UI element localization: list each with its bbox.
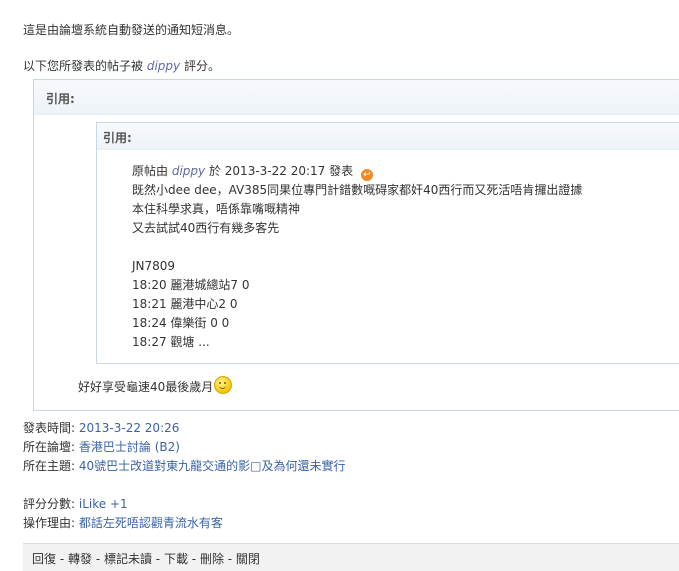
inner-quote-label: 引用: [103,131,132,145]
quote-author-line: 原帖由 dippy 於 2013-3-22 20:17 發表 ↩ [132,163,373,181]
close-link[interactable]: 關閉 [236,552,260,566]
outer-quote-header [34,80,679,115]
score-row: 評分分數: iLike +1 [23,496,128,512]
separator: - [56,552,68,566]
separator: - [187,552,200,566]
author-prefix: 原帖由 [132,164,169,178]
quote-line: 18:20 麗港城總站7 0 [132,278,250,292]
quote-line: 18:21 麗港中心2 0 [132,297,238,311]
outer-quote-box: 引用: 引用: 原帖由 dippy 於 2013-3-22 20:17 發表 ↩… [33,79,679,411]
reason-value: 都話左死唔認觀青流水有客 [78,516,223,530]
quote-line: 又去試試40西行有幾多客先 [132,221,280,235]
delete-link[interactable]: 刪除 [200,552,224,566]
reply-link[interactable]: 回復 [32,552,56,566]
quote-line: 既然小dee dee，AV385同果位專門計錯數嘅碍家都奸40西行而又死活唔肯攞… [132,183,583,197]
inner-quote-box: 引用: 原帖由 dippy 於 2013-3-22 20:17 發表 ↩ 既然小… [96,122,679,364]
forum-row: 所在論壇: 香港巴士討論 (B2) [23,439,180,455]
quote-line: 18:27 觀塘 ... [132,335,210,349]
rater-username[interactable]: dippy [147,59,180,73]
reason-row: 操作理由: 都話左死唔認觀青流水有客 [23,515,223,531]
score-value: iLike +1 [78,497,128,511]
quote-line: 本住科學求真，唔係靠嘴嘅精神 [132,202,301,216]
intro-line-2: 以下您所發表的帖子被 dippy 評分。 [23,58,220,74]
forum-link[interactable]: 香港巴士討論 (B2) [79,440,180,454]
separator: - [92,552,104,566]
author-datetime: 於 2013-3-22 20:17 發表 [208,164,354,178]
author-username[interactable]: dippy [172,164,205,178]
quote-line: 18:24 偉樂街 0 0 [132,316,230,330]
topic-label: 所在主題: [23,459,76,473]
post-time-row: 發表時間: 2013-3-22 20:26 [23,420,179,436]
post-time-value[interactable]: 2013-3-22 20:26 [79,421,180,435]
score-label: 評分分數: [23,497,76,511]
mark-unread-link[interactable]: 標記未讀 [104,552,152,566]
action-links: 回復 - 轉發 - 標記未讀 - 下載 - 刪除 - 關閉 [32,550,260,567]
forward-link[interactable]: 轉發 [68,552,92,566]
reply-text: 好好享受龜速40最後歲月 [78,380,214,394]
intro-line-1: 這是由論壇系統自動發送的通知短消息。 [23,23,240,37]
separator: - [151,552,164,566]
intro-prefix: 以下您所發表的帖子被 [23,59,144,73]
topic-link[interactable]: 40號巴士改道對東九龍交通的影□及為何還未實行 [79,459,346,473]
reason-label: 操作理由: [23,516,76,530]
inner-quote-header [97,123,679,150]
topic-row: 所在主題: 40號巴士改道對東九龍交通的影□及為何還未實行 [23,458,345,474]
outer-quote-label: 引用: [46,92,75,106]
action-bar: 回復 - 轉發 - 標記未讀 - 下載 - 刪除 - 關閉 [23,543,679,571]
arrow-link-icon[interactable]: ↩ [360,169,373,181]
download-link[interactable]: 下載 [164,552,188,566]
separator: - [223,552,236,566]
reply-text-line: 好好享受龜速40最後歲月 [78,376,233,395]
forum-label: 所在論壇: [23,440,76,454]
smiley-icon [214,376,233,394]
intro-suffix: 評分。 [183,59,220,73]
quote-line: JN7809 [132,259,176,273]
post-time-label: 發表時間: [23,421,76,435]
